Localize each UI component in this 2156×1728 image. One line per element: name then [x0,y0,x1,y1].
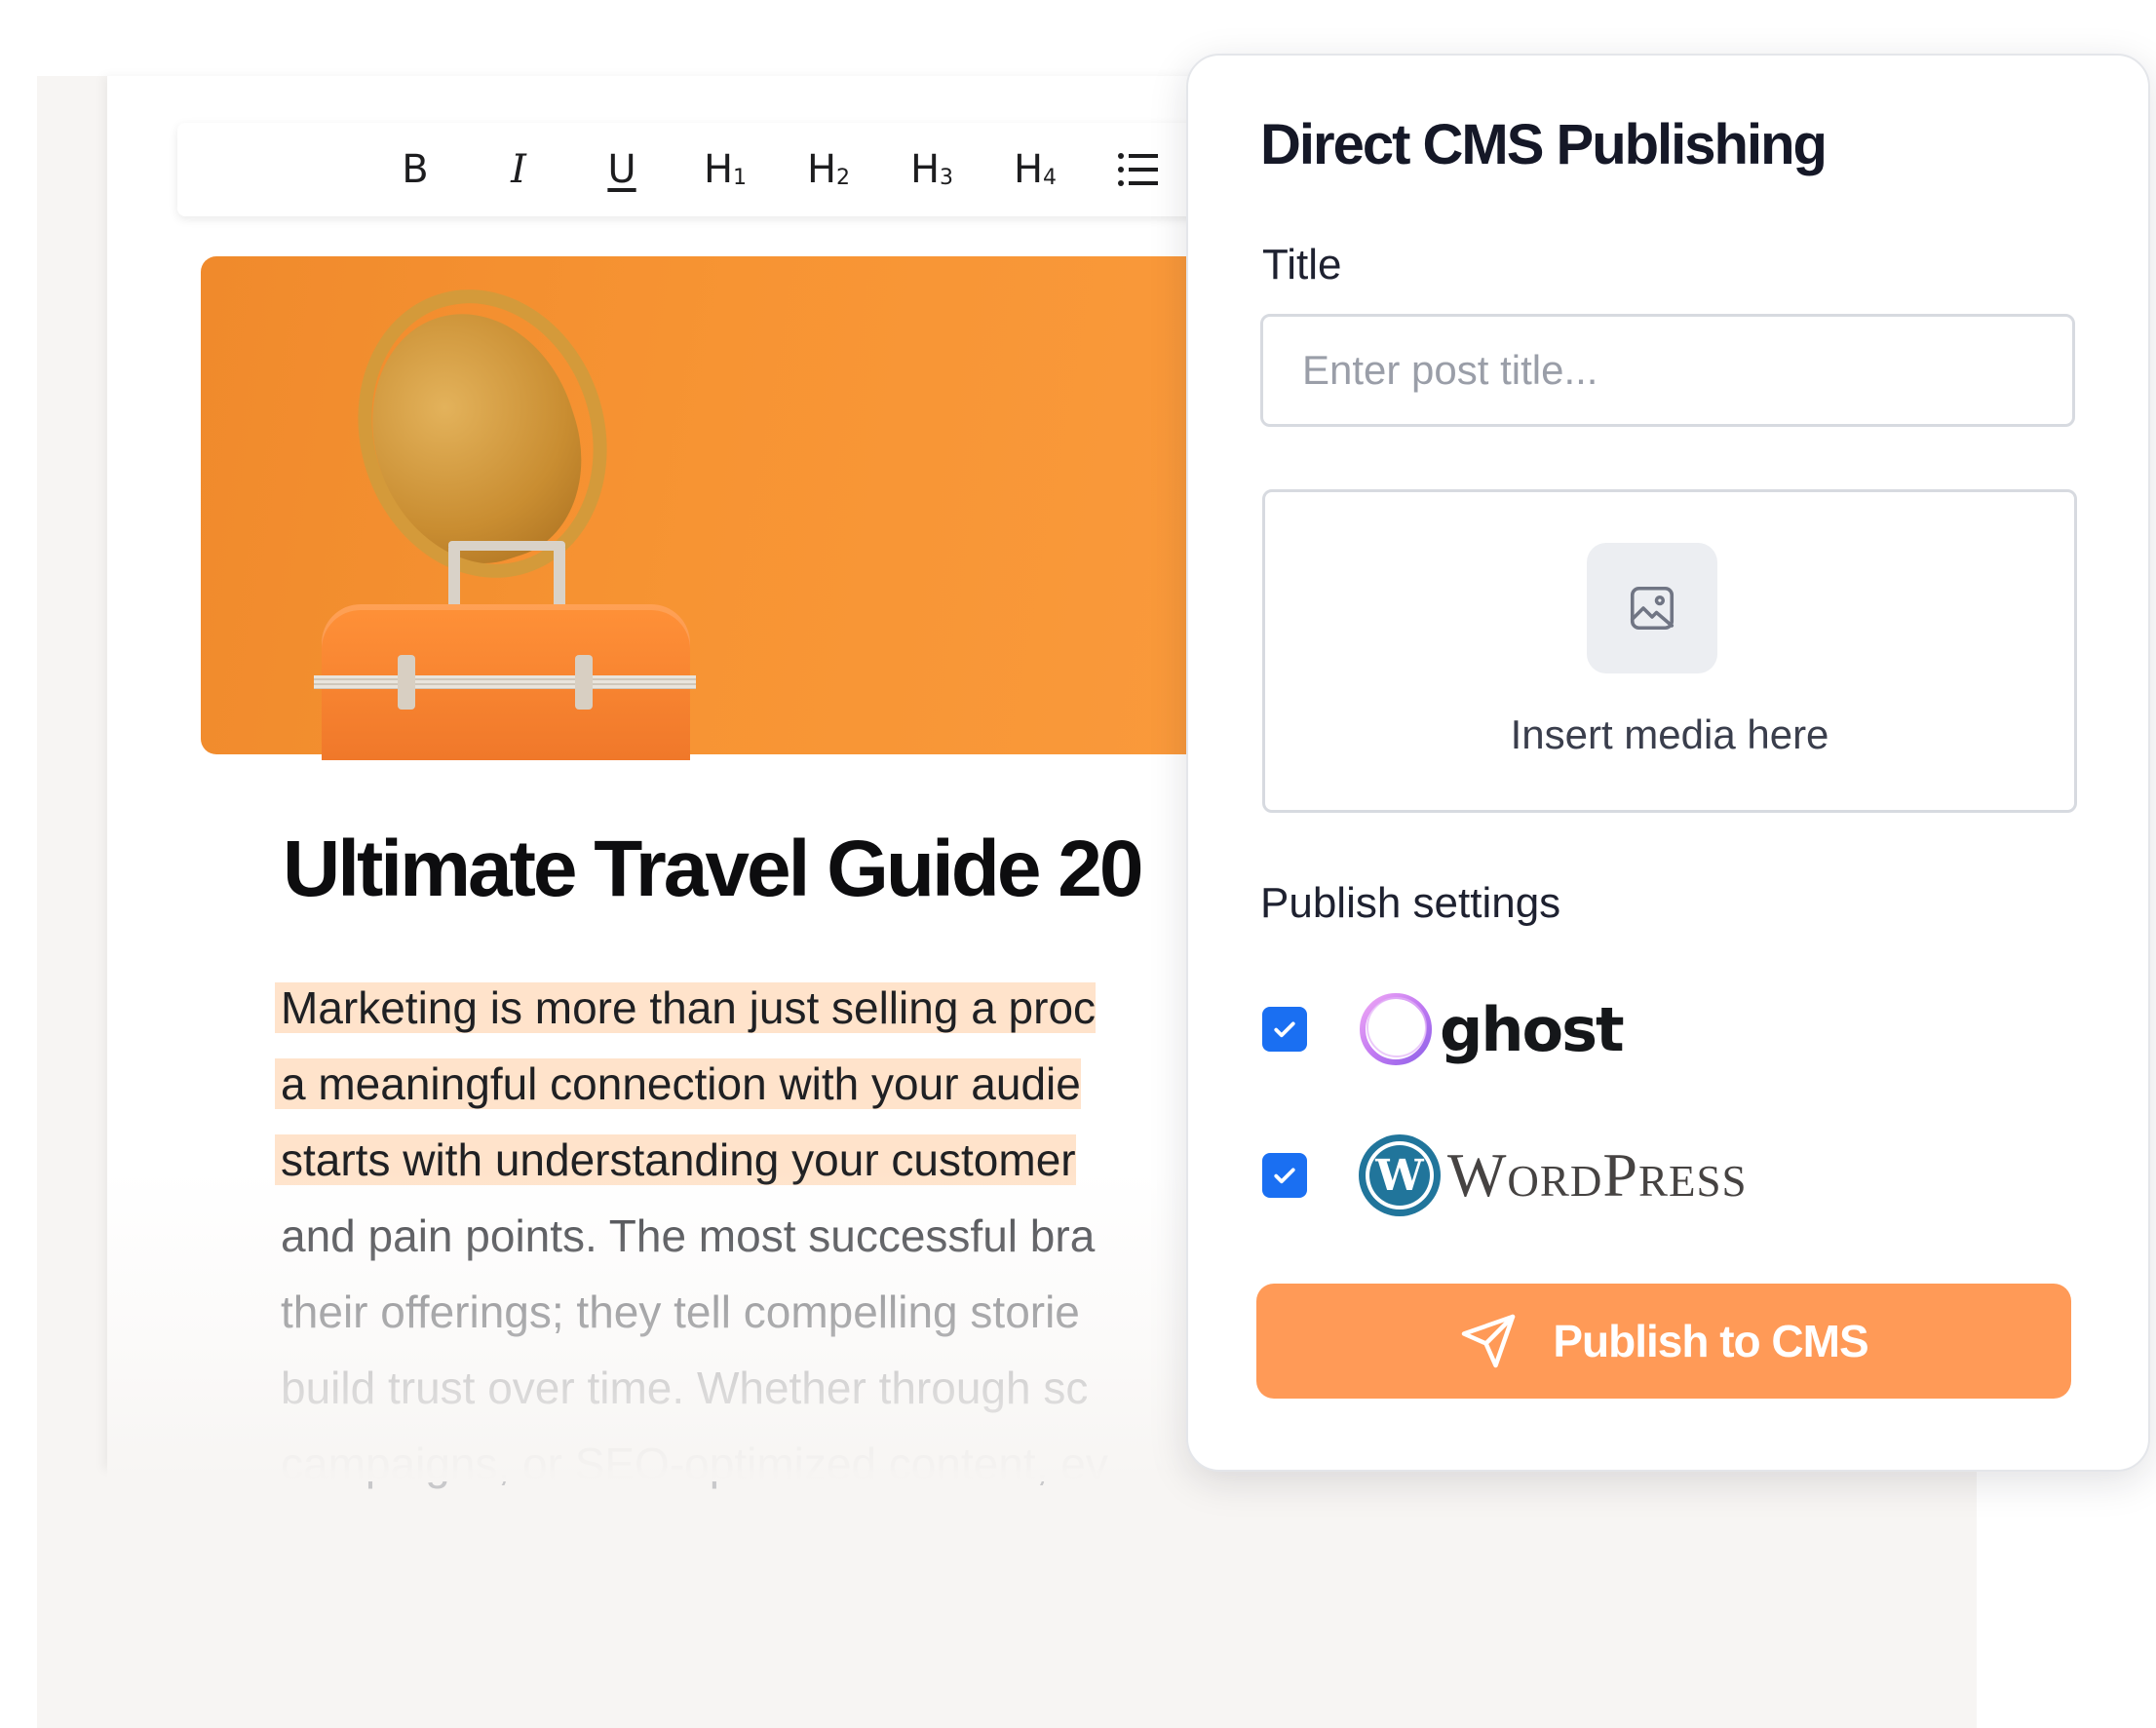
bold-button[interactable]: B [364,123,467,216]
post-title-input[interactable] [1260,314,2075,427]
title-field-label: Title [1262,241,1342,288]
heading4-icon: H4 [1013,147,1058,192]
send-icon [1462,1314,1516,1368]
italic-button[interactable]: I [467,123,570,216]
check-icon [1274,1021,1295,1038]
wordpress-checkbox[interactable] [1262,1153,1307,1198]
heading4-button[interactable]: H4 [983,123,1087,216]
suitcase-handle [448,541,565,551]
heading1-button[interactable]: H1 [674,123,777,216]
article-title[interactable]: Ultimate Travel Guide 20 [283,824,1143,915]
italic-icon: I [511,147,526,192]
wordpress-logo-icon: W [1359,1134,1441,1216]
highlighted-text: a meaningful connection with your audie [275,1058,1081,1109]
underline-icon: U [607,147,636,192]
svg-text:W: W [1374,1151,1424,1201]
publish-settings-label: Publish settings [1260,879,1561,927]
cms-option-ghost: ghost [1262,985,1625,1073]
panel-title: Direct CMS Publishing [1260,113,1828,176]
cms-option-wordpress: W WordPress [1262,1132,1748,1219]
publish-to-cms-button[interactable]: Publish to CMS [1256,1284,2071,1399]
suitcase-strap [314,675,696,689]
bullet-list-button[interactable] [1087,123,1190,216]
media-dropzone[interactable]: Insert media here [1262,489,2077,813]
media-icon-container [1587,543,1717,673]
cms-publish-panel: Direct CMS Publishing Title Insert media… [1186,54,2150,1472]
ghost-checkbox[interactable] [1262,1007,1307,1052]
suitcase-buckle [398,655,415,710]
heading1-icon: H1 [703,147,748,192]
ghost-wordmark: ghost [1440,993,1625,1065]
bullet-list-icon [1118,153,1158,186]
suitcase-buckle [575,655,593,710]
highlighted-text: starts with understanding your customer [275,1134,1076,1185]
bold-icon: B [402,147,429,192]
ghost-logo-icon [1360,993,1432,1065]
publish-button-label: Publish to CMS [1553,1316,1868,1366]
underline-button[interactable]: U [570,123,674,216]
highlighted-text: Marketing is more than just selling a pr… [275,982,1097,1033]
check-icon [1274,1168,1295,1184]
insert-media-label: Insert media here [1510,711,1829,757]
heading2-icon: H2 [806,147,851,192]
heading2-button[interactable]: H2 [777,123,880,216]
wordpress-wordmark: WordPress [1447,1140,1748,1210]
heading3-icon: H3 [909,147,954,192]
heading3-button[interactable]: H3 [880,123,983,216]
image-icon [1630,586,1675,631]
